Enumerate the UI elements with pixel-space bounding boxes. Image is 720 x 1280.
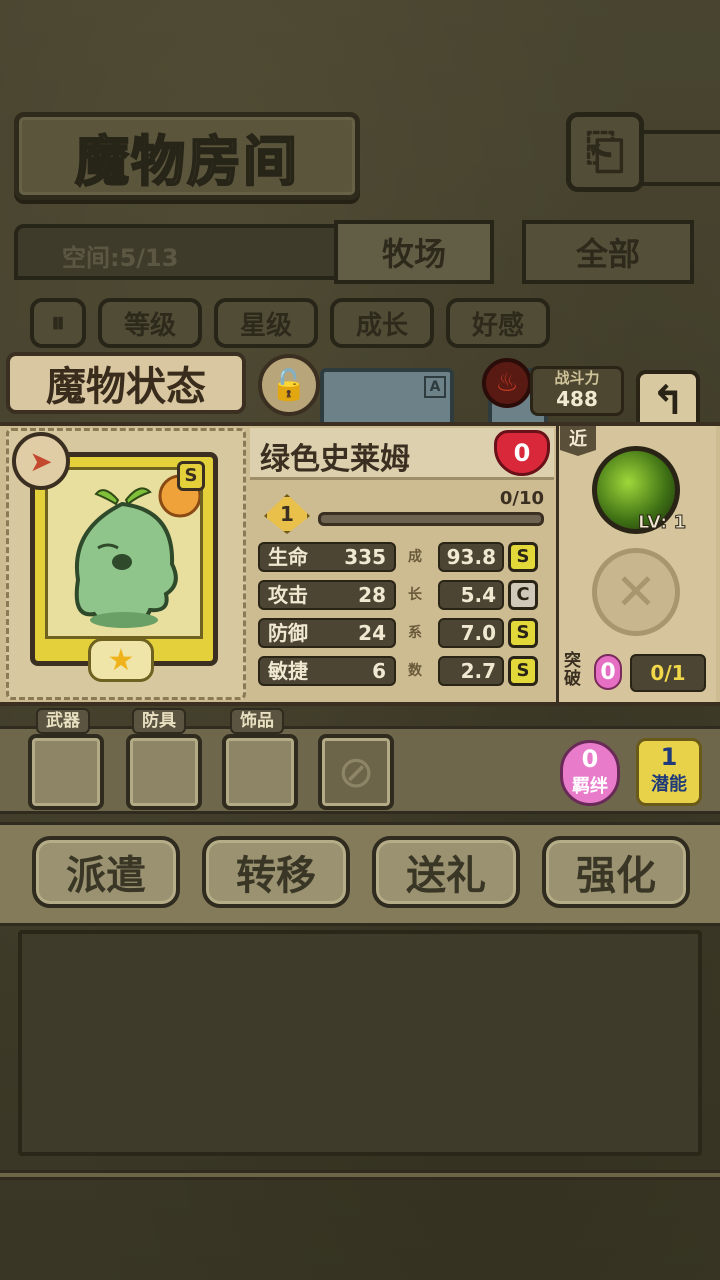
status-title: 魔物状态 xyxy=(6,352,246,414)
monster-list[interactable] xyxy=(18,930,702,1156)
stat-label: 攻击 xyxy=(268,583,308,607)
growth-value: 7.0 xyxy=(438,618,504,648)
stat-value: 24 xyxy=(358,621,386,645)
bond-count: 0 xyxy=(581,745,599,773)
potential-count: 1 xyxy=(660,743,678,771)
skill-level: LV: 1 xyxy=(637,512,687,534)
padlock-icon: 🔓 xyxy=(270,367,308,403)
stat-box: 敏捷 6 xyxy=(258,656,396,686)
combat-power-value: 488 xyxy=(556,387,598,411)
exp-text: 0/10 xyxy=(499,488,544,509)
stat-box: 攻击 28 xyxy=(258,580,396,610)
growth-char: 长 xyxy=(408,587,422,603)
background-monster-card: A xyxy=(320,368,454,430)
transfer-button[interactable]: 转移 xyxy=(202,836,350,908)
dispatch-button[interactable]: 派遣 xyxy=(32,836,180,908)
break-progress: 0/1 xyxy=(630,654,706,692)
growth-grade: S xyxy=(508,618,538,648)
exp-bar xyxy=(318,512,544,526)
growth-grade: S xyxy=(508,656,538,686)
empty-skill-slot[interactable]: ✕ xyxy=(592,548,680,636)
break-count: 0 xyxy=(594,654,622,690)
break-label: 突破 xyxy=(564,651,581,689)
affection-value: 0 xyxy=(513,439,531,467)
stat-value: 335 xyxy=(344,545,386,569)
lock-button[interactable]: 🔓 xyxy=(258,354,320,416)
prohibited-icon: ⊘ xyxy=(337,746,375,798)
bond-button[interactable]: 0 羁绊 xyxy=(560,740,620,806)
stat-box: 防御 24 xyxy=(258,618,396,648)
locked-slot: ⊘ xyxy=(318,734,394,810)
growth-char: 系 xyxy=(408,625,422,641)
card-rank-badge: A xyxy=(424,376,446,398)
stat-value: 28 xyxy=(358,583,386,607)
gift-button[interactable]: 送礼 xyxy=(372,836,520,908)
stat-value: 6 xyxy=(372,659,386,683)
stat-label: 生命 xyxy=(268,545,308,569)
slime-icon xyxy=(74,474,202,628)
fire-element-icon: ♨ xyxy=(482,358,532,408)
growth-grade: C xyxy=(508,580,538,610)
attack-type-icon: ➤ xyxy=(12,432,70,490)
accessory-label: 饰品 xyxy=(230,708,284,734)
monster-portrait xyxy=(45,467,203,639)
accessory-slot[interactable] xyxy=(222,734,298,810)
stat-label: 敏捷 xyxy=(268,659,308,683)
close-icon: ✕ xyxy=(615,563,657,621)
potential-button[interactable]: 1 潜能 xyxy=(636,738,702,806)
combat-power-label: 战斗力 xyxy=(554,369,600,387)
bond-label: 羁绊 xyxy=(572,776,608,797)
level-value: 1 xyxy=(280,502,294,526)
enhance-button[interactable]: 强化 xyxy=(542,836,690,908)
weapon-label: 武器 xyxy=(36,708,90,734)
bottom-border xyxy=(0,1170,720,1180)
stat-box: 生命 335 xyxy=(258,542,396,572)
potential-label: 潜能 xyxy=(651,774,687,795)
range-tag: 近 xyxy=(560,426,596,456)
armor-slot[interactable] xyxy=(126,734,202,810)
growth-value: 5.4 xyxy=(438,580,504,610)
growth-value: 93.8 xyxy=(438,542,504,572)
combat-power: 战斗力 488 xyxy=(530,366,624,416)
growth-value: 2.7 xyxy=(438,656,504,686)
return-arrow-icon: ↰ xyxy=(651,378,685,424)
growth-char: 数 xyxy=(408,663,422,679)
star-rating: ★ xyxy=(88,638,154,682)
growth-grade: S xyxy=(508,542,538,572)
rank-badge: S xyxy=(177,461,205,491)
stat-label: 防御 xyxy=(268,621,308,645)
weapon-slot[interactable] xyxy=(28,734,104,810)
armor-label: 防具 xyxy=(132,708,186,734)
star-icon: ★ xyxy=(107,642,135,678)
growth-char: 成 xyxy=(408,549,422,565)
